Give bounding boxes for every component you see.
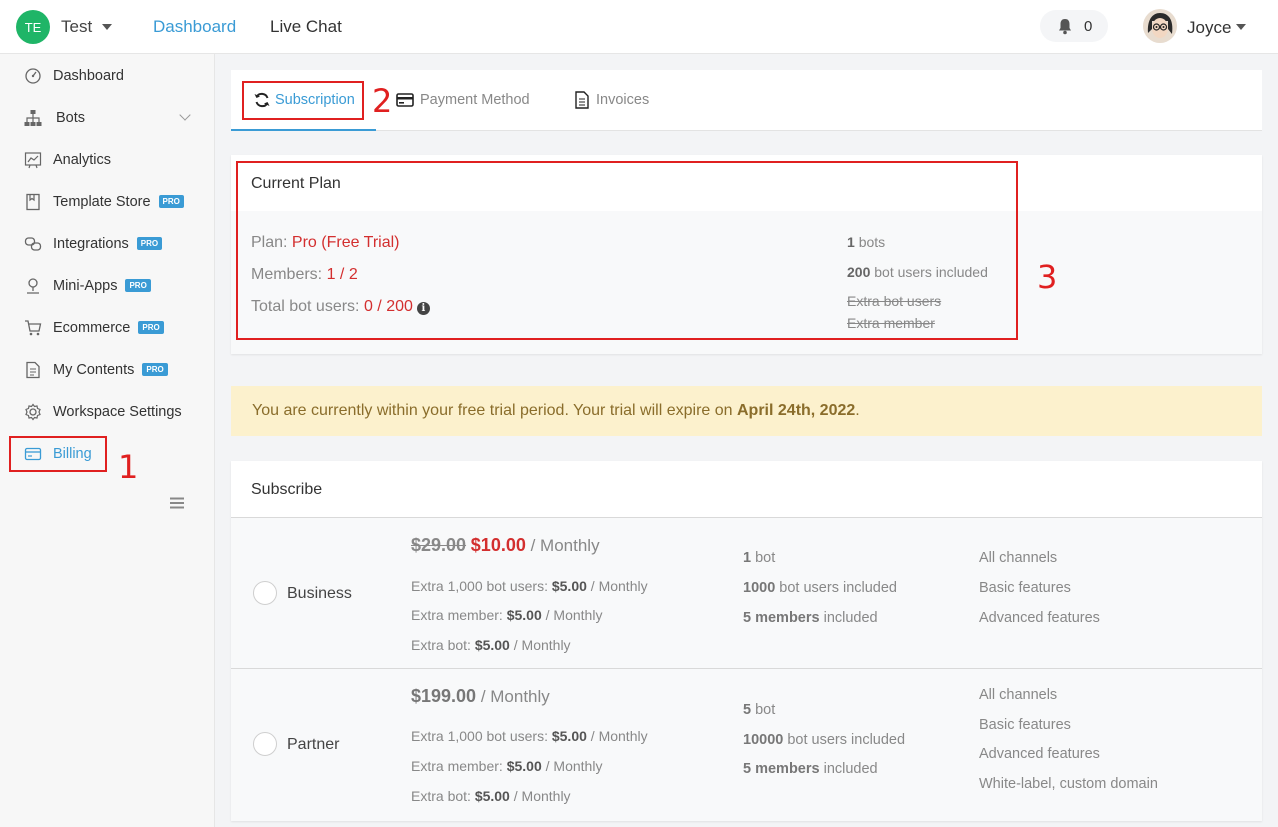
plan-members: 5 members included [743, 761, 878, 777]
extra-bot-users-price: Extra 1,000 bot users: $5.00 / Monthly [411, 578, 648, 594]
sidebar-item-label: Mini-Apps PRO [53, 278, 151, 294]
plan-radio-business[interactable] [253, 581, 277, 605]
collapse-sidebar-icon[interactable] [169, 497, 185, 509]
old-price: $29.00 [411, 535, 467, 555]
analytics-icon [24, 152, 42, 169]
trial-text: You are currently within your free trial… [252, 402, 860, 419]
sidebar-item-my-contents[interactable]: My Contents PRO [0, 352, 214, 388]
plan-radio-partner[interactable] [253, 732, 277, 756]
invoice-icon [575, 91, 589, 109]
tab-invoices[interactable]: Invoices [569, 70, 669, 131]
annotation-box-3 [236, 161, 1018, 340]
extra-bot-price: Extra bot: $5.00 / Monthly [411, 637, 571, 653]
plan-feature: Advanced features [979, 610, 1100, 626]
pro-badge: PRO [138, 321, 164, 334]
discount-price: $10.00 [470, 535, 526, 555]
sidebar-item-integrations[interactable]: Integrations PRO [0, 226, 214, 262]
sidebar-item-template-store[interactable]: Template Store PRO [0, 184, 214, 220]
sidebar-item-mini-apps[interactable]: Mini-Apps PRO [0, 268, 214, 304]
annotation-number-1: 1 [118, 448, 139, 486]
plan-bots: 5 bot [743, 702, 776, 718]
workspace-avatar[interactable]: TE [16, 10, 50, 44]
sidebar-item-label: Analytics [53, 152, 112, 168]
trial-expiry-date: April 24th, 2022 [737, 402, 856, 419]
sidebar-item-ecommerce[interactable]: Ecommerce PRO [0, 310, 214, 346]
extra-bot-users-price: Extra 1,000 bot users: $5.00 / Monthly [411, 728, 648, 744]
notification-count: 0 [1084, 18, 1093, 35]
workspace-name[interactable]: Test [61, 17, 92, 37]
sidebar-item-label: Dashboard [53, 68, 124, 84]
pro-badge: PRO [136, 237, 163, 250]
subscribe-card: Subscribe Business $29.00 $10.00 / Month… [231, 461, 1262, 821]
annotation-number-3: 3 [1037, 258, 1058, 296]
chevron-down-icon[interactable] [179, 109, 191, 121]
plan-feature: White-label, custom domain [979, 776, 1158, 792]
sidebar-item-label: Template Store PRO [53, 194, 184, 210]
tab-label: Payment Method [420, 92, 530, 108]
sidebar-item-label: Workspace Settings [53, 404, 182, 420]
plan-feature: Basic features [979, 580, 1071, 596]
workspace-caret-icon[interactable] [102, 24, 112, 30]
user-name[interactable]: Joyce [1187, 18, 1231, 38]
sidebar-item-label: Bots [56, 110, 86, 126]
plan-bot-users: 1000 bot users included [743, 580, 897, 596]
plan-row-business[interactable]: Business $29.00 $10.00 / Monthly Extra 1… [231, 517, 1262, 668]
plan-bot-users: 10000 bot users included [743, 732, 906, 748]
annotation-number-2: 2 [372, 82, 393, 120]
plan-price: $29.00 $10.00 / Monthly [411, 535, 600, 555]
bots-hierarchy-icon [24, 110, 42, 126]
plan-feature: All channels [979, 550, 1058, 566]
sidebar-item-workspace-settings[interactable]: Workspace Settings [0, 394, 214, 430]
extra-bot-price: Extra bot: $5.00 / Monthly [411, 788, 571, 804]
template-store-icon [26, 193, 40, 211]
document-icon [26, 361, 40, 379]
mini-apps-icon [27, 278, 39, 294]
sidebar-item-label: Ecommerce PRO [53, 320, 164, 336]
user-menu-caret-icon[interactable] [1236, 24, 1246, 30]
credit-card-icon [396, 93, 414, 107]
subscribe-title: Subscribe [251, 481, 323, 498]
annotation-box-2 [242, 81, 364, 120]
pro-badge: PRO [158, 195, 184, 208]
sidebar-item-dashboard[interactable]: Dashboard [0, 58, 214, 94]
bell-icon [1059, 19, 1071, 35]
plan-feature: Advanced features [979, 746, 1100, 762]
plan-bots: 1 bot [743, 550, 776, 566]
sidebar-item-label: My Contents PRO [53, 362, 168, 378]
nav-dashboard[interactable]: Dashboard [153, 17, 236, 37]
gear-icon [25, 403, 41, 421]
sidebar-item-label: Integrations PRO [53, 236, 163, 252]
extra-member-price: Extra member: $5.00 / Monthly [411, 607, 603, 623]
extra-member-price: Extra member: $5.00 / Monthly [411, 758, 603, 774]
user-avatar[interactable] [1143, 9, 1177, 43]
tab-label: Invoices [596, 92, 650, 108]
plan-feature: Basic features [979, 717, 1071, 733]
notifications-button[interactable]: 0 [1040, 10, 1108, 42]
nav-live-chat[interactable]: Live Chat [270, 17, 342, 37]
plan-name: Partner [287, 736, 340, 753]
dashboard-icon [25, 68, 41, 84]
cart-icon [25, 320, 42, 336]
pro-badge: PRO [125, 279, 151, 292]
pro-badge: PRO [142, 363, 168, 376]
sidebar-item-bots[interactable]: Bots [0, 100, 214, 136]
plan-feature: All channels [979, 687, 1058, 703]
plan-name: Business [287, 585, 352, 602]
plan-row-partner[interactable]: Partner $199.00 / Monthly Extra 1,000 bo… [231, 668, 1262, 821]
sidebar-item-analytics[interactable]: Analytics [0, 142, 214, 178]
plan-members: 5 members included [743, 610, 878, 626]
top-bar: TE Test Dashboard Live Chat 0 Joyce [0, 0, 1278, 54]
tab-payment-method[interactable]: Payment Method [391, 70, 551, 131]
trial-notice: You are currently within your free trial… [231, 386, 1262, 436]
integrations-icon [24, 237, 42, 251]
annotation-box-1 [9, 436, 107, 472]
plan-price: $199.00 / Monthly [411, 686, 550, 706]
price-value: $199.00 [411, 686, 477, 706]
